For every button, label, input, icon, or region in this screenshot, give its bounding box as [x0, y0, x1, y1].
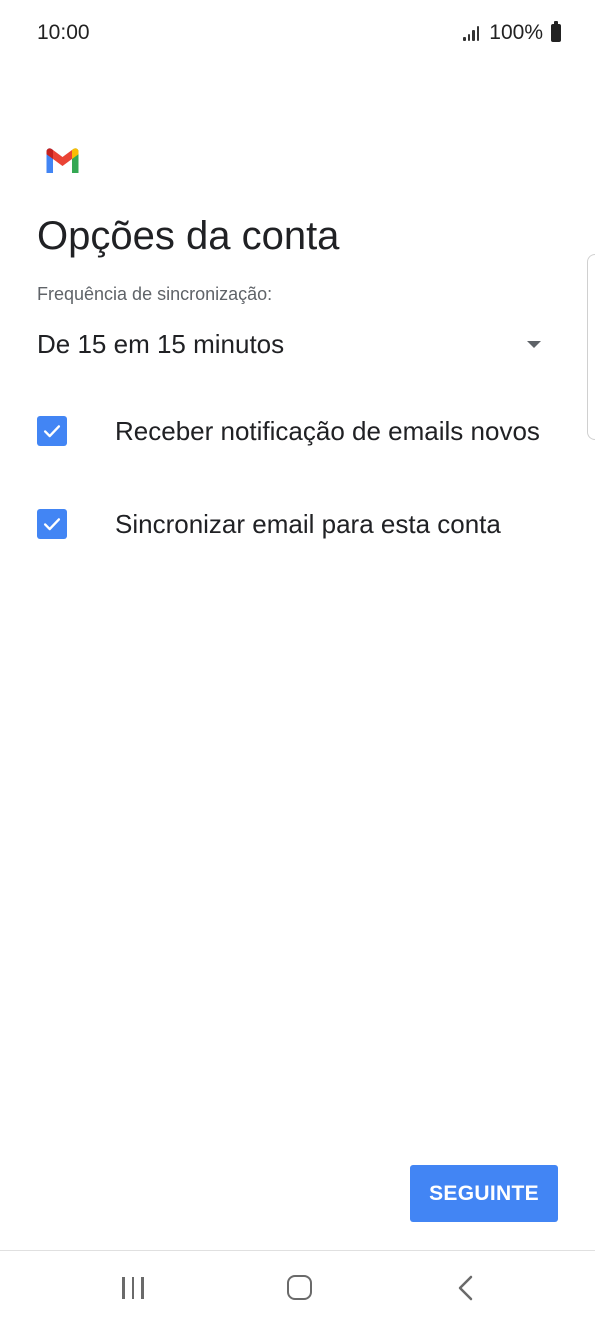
sync-frequency-value: De 15 em 15 minutos	[37, 328, 285, 359]
edge-panel-handle[interactable]	[587, 254, 595, 440]
sync-email-option[interactable]: Sincronizar email para esta conta	[37, 500, 547, 548]
navigation-bar	[0, 1250, 595, 1324]
status-time: 10:00	[37, 21, 90, 44]
gmail-logo	[46, 148, 79, 173]
page-title: Opções da conta	[37, 214, 340, 258]
signal-bars-icon	[463, 25, 480, 41]
status-bar: 10:00 100%	[0, 0, 595, 66]
battery-percentage: 100%	[489, 21, 543, 44]
checkmark-icon	[43, 518, 61, 531]
status-indicators: 100%	[463, 21, 561, 45]
screen: 10:00 100% Opções da conta Frequência de…	[0, 0, 595, 1324]
notify-new-emails-label: Receber notificação de emails novos	[115, 416, 540, 446]
back-icon[interactable]	[456, 1275, 476, 1301]
sync-email-checkbox[interactable]	[37, 509, 67, 539]
notify-new-emails-option[interactable]: Receber notificação de emails novos	[37, 396, 547, 466]
sync-email-label: Sincronizar email para esta conta	[115, 509, 501, 539]
notify-new-emails-checkbox[interactable]	[37, 416, 67, 446]
next-button[interactable]: SEGUINTE	[410, 1165, 558, 1222]
sync-frequency-label: Frequência de sincronização:	[37, 284, 273, 304]
battery-full-icon	[551, 21, 561, 42]
dropdown-arrow-icon	[527, 340, 541, 348]
sync-frequency-dropdown[interactable]: De 15 em 15 minutos	[37, 322, 547, 366]
home-icon[interactable]	[287, 1275, 312, 1300]
recents-icon[interactable]	[122, 1277, 144, 1299]
checkmark-icon	[43, 425, 61, 438]
